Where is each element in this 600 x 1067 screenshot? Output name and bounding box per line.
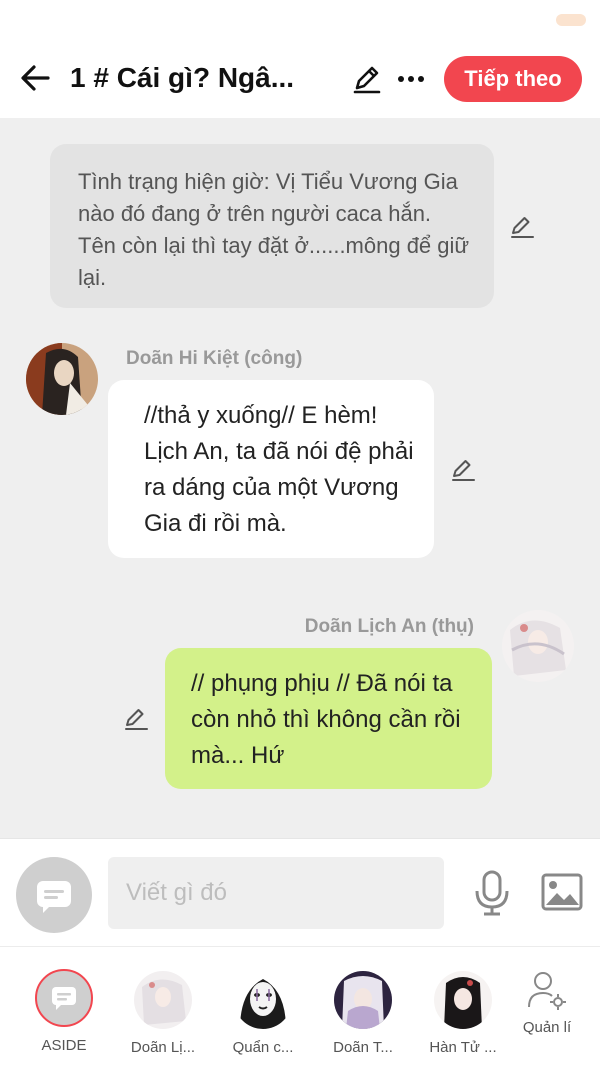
character-avatar — [334, 971, 392, 1029]
message-bubble-icon — [52, 987, 76, 1010]
edit-narration-icon[interactable] — [508, 212, 536, 240]
character-avatar — [134, 971, 192, 1029]
message-bubble-right[interactable]: // phụng phịu // Đã nói ta còn nhỏ thì k… — [165, 648, 492, 789]
manage-characters[interactable]: Quản lí — [497, 969, 597, 1036]
status-indicator — [556, 14, 586, 26]
character-label: Doãn Lị... — [130, 1039, 196, 1056]
edit-message-icon[interactable] — [122, 704, 150, 732]
more-options-icon[interactable] — [396, 62, 426, 96]
narration-bubble[interactable]: Tình trạng hiện giờ: Vị Tiểu Vương Gia n… — [50, 144, 494, 308]
message-bubble-left[interactable]: //thả y xuống// E hèm! Lịch An, ta đã nó… — [108, 380, 434, 558]
user-settings-icon — [528, 972, 566, 1010]
character-doan-t[interactable]: Doãn T... — [313, 971, 413, 1056]
edit-message-icon[interactable] — [449, 455, 477, 483]
character-avatar — [434, 971, 492, 1029]
narration-text: Tình trạng hiện giờ: Vị Tiểu Vương Gia n… — [78, 169, 470, 290]
sender-name: Doãn Lịch An (thụ) — [304, 616, 474, 637]
aside-avatar — [35, 969, 93, 1027]
narration-mode-button[interactable] — [16, 857, 92, 933]
avatar-doan-hi-kiet[interactable] — [26, 343, 98, 415]
character-label: Quẩn c... — [232, 1039, 294, 1056]
message-text: //thả y xuống// E hèm! Lịch An, ta đã nó… — [144, 402, 414, 537]
message-text: // phụng phịu // Đã nói ta còn nhỏ thì k… — [191, 670, 461, 769]
edit-title-icon[interactable] — [350, 62, 384, 96]
character-label: Hàn Tử ... — [429, 1039, 497, 1056]
chat-area[interactable]: Tình trạng hiện giờ: Vị Tiểu Vương Gia n… — [0, 118, 600, 838]
character-doan-lich-an[interactable]: Doãn Lị... — [113, 971, 213, 1056]
image-upload-icon[interactable] — [540, 871, 584, 913]
back-arrow-icon[interactable] — [18, 60, 54, 96]
character-label: Doãn T... — [333, 1039, 393, 1056]
character-aside[interactable]: ASIDE — [14, 969, 114, 1054]
character-label: Quản lí — [522, 1019, 572, 1036]
character-avatar — [234, 971, 292, 1029]
message-composer — [0, 838, 600, 946]
story-title: 1 # Cái gì? Ngâ... — [70, 62, 295, 93]
sender-name: Doãn Hi Kiệt (công) — [126, 348, 303, 369]
next-button[interactable]: Tiếp theo — [444, 56, 582, 102]
message-bubble-icon — [37, 881, 71, 913]
microphone-icon[interactable] — [472, 869, 512, 917]
header: 1 # Cái gì? Ngâ... Tiếp theo — [0, 40, 600, 118]
avatar-doan-lich-an[interactable] — [502, 610, 574, 682]
character-bar: ASIDE Doãn Lị... Quẩn c... Doãn T... Hàn… — [0, 946, 600, 1067]
character-label: ASIDE — [41, 1037, 87, 1054]
message-input[interactable] — [108, 857, 444, 929]
character-quan-c[interactable]: Quẩn c... — [213, 971, 313, 1056]
